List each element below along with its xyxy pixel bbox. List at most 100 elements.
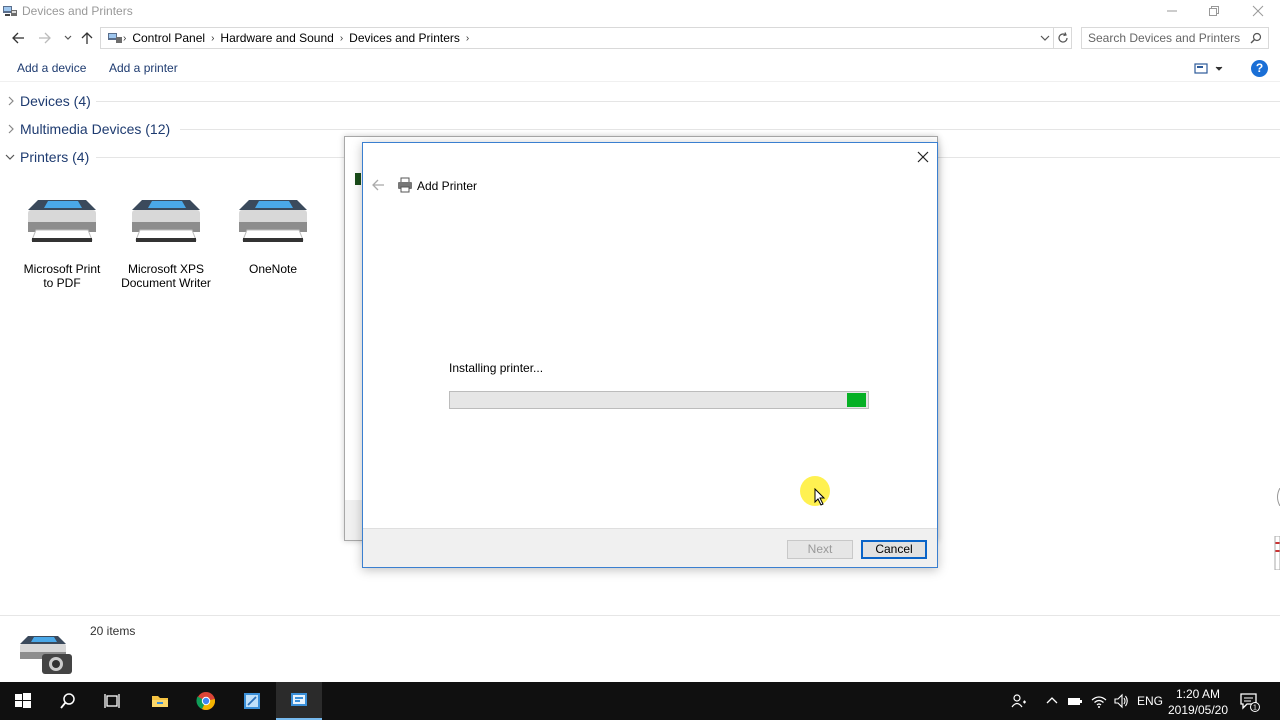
close-icon[interactable] xyxy=(915,149,931,165)
restore-button[interactable] xyxy=(1192,0,1236,22)
cancel-button[interactable]: Cancel xyxy=(861,540,927,559)
breadcrumb-control-panel[interactable]: Control Panel xyxy=(126,31,211,45)
battery-button[interactable] xyxy=(1065,692,1085,710)
back-button[interactable] xyxy=(10,29,26,47)
search-button[interactable] xyxy=(45,682,91,720)
devices-and-printers-icon xyxy=(291,693,307,706)
dialog-title: Add Printer xyxy=(417,179,478,193)
printer-icon xyxy=(132,200,200,242)
recent-locations-button[interactable] xyxy=(60,29,76,47)
taskbar-file-explorer[interactable] xyxy=(137,682,183,720)
add-printer-button[interactable]: Add a printer xyxy=(109,61,178,75)
printer-microsoft-xps-document-writer[interactable]: Microsoft XPS Document Writer xyxy=(121,192,211,290)
chevron-right-icon xyxy=(8,96,14,106)
taskbar-control-panel[interactable] xyxy=(229,682,275,720)
status-bar: 20 items xyxy=(0,615,1280,682)
clock-time: 1:20 AM xyxy=(1175,687,1221,701)
control-panel-icon xyxy=(108,33,122,43)
people-icon xyxy=(1011,694,1026,708)
printer-icon xyxy=(398,177,412,193)
window-edge-decoration xyxy=(1274,536,1280,570)
taskbar-devices-and-printers[interactable] xyxy=(276,682,322,720)
chevron-right-icon xyxy=(8,124,14,134)
printer-icon xyxy=(28,200,96,242)
printer-onenote[interactable]: OneNote xyxy=(228,192,318,276)
mouse-pointer-icon xyxy=(814,488,826,506)
printer-microsoft-print-to-pdf[interactable]: Microsoft Print to PDF xyxy=(17,192,107,290)
printer-icon xyxy=(239,200,307,242)
windows-logo-icon xyxy=(15,693,31,708)
taskbar: ENG 1:20 AM 2019/05/20 1 xyxy=(0,682,1280,720)
taskbar-chrome[interactable] xyxy=(183,682,229,720)
status-message: Installing printer... xyxy=(449,361,544,375)
chevron-down-icon xyxy=(64,35,72,40)
group-label-printers: Printers (4) xyxy=(20,149,90,165)
window-edge-decoration xyxy=(1277,488,1280,506)
arrow-left-icon xyxy=(12,32,24,44)
devices-and-printers-icon xyxy=(20,636,72,674)
device-label: Microsoft Print to PDF xyxy=(23,262,101,290)
change-view-icon[interactable] xyxy=(1193,62,1223,76)
clock[interactable]: 1:20 AM 2019/05/20 xyxy=(1162,686,1234,718)
install-progress-bar xyxy=(449,391,869,409)
battery-icon xyxy=(1068,698,1082,705)
start-button[interactable] xyxy=(0,682,46,720)
speaker-icon xyxy=(1114,693,1128,709)
title-bar: Devices and Printers xyxy=(0,0,1280,22)
search-input[interactable] xyxy=(1082,28,1248,48)
group-label-devices: Devices (4) xyxy=(20,93,91,109)
device-label: OneNote xyxy=(248,262,298,276)
item-count: 20 items xyxy=(90,624,136,638)
input-language[interactable]: ENG xyxy=(1137,694,1163,708)
refresh-icon xyxy=(1057,32,1068,43)
show-hidden-icons-button[interactable] xyxy=(1042,692,1062,710)
group-label-multimedia: Multimedia Devices (12) xyxy=(20,121,171,137)
close-icon xyxy=(1252,5,1264,17)
group-devices[interactable]: Devices (4) xyxy=(0,90,1280,112)
minimize-icon xyxy=(1167,10,1177,12)
address-row: › Control Panel › Hardware and Sound › D… xyxy=(0,25,1280,51)
group-divider xyxy=(96,101,1280,102)
people-button[interactable] xyxy=(1009,692,1029,710)
arrow-up-icon xyxy=(81,32,93,44)
arrow-right-icon xyxy=(39,32,51,44)
progress-fill xyxy=(847,393,866,407)
search-icon xyxy=(60,693,75,709)
address-bar[interactable]: › Control Panel › Hardware and Sound › D… xyxy=(100,27,1054,49)
breadcrumb-separator-icon[interactable]: › xyxy=(466,33,469,44)
chrome-icon xyxy=(196,692,216,710)
folder-icon xyxy=(152,696,168,707)
search-box[interactable] xyxy=(1081,27,1269,49)
command-bar: Add a device Add a printer ? xyxy=(0,54,1280,82)
up-button[interactable] xyxy=(79,29,95,47)
chevron-down-icon xyxy=(5,154,15,160)
network-button[interactable] xyxy=(1089,692,1109,710)
dialog-footer: Next Cancel xyxy=(363,528,937,567)
group-divider xyxy=(180,129,1280,130)
clock-date: 2019/05/20 xyxy=(1167,703,1229,717)
arrow-left-icon[interactable] xyxy=(371,179,385,191)
close-window-button[interactable] xyxy=(1236,0,1280,22)
restore-icon xyxy=(1209,6,1219,16)
volume-button[interactable] xyxy=(1111,692,1131,710)
next-button[interactable]: Next xyxy=(787,540,853,559)
breadcrumb-hardware-and-sound[interactable]: Hardware and Sound xyxy=(214,31,339,45)
chevron-up-icon xyxy=(1046,697,1058,704)
chevron-down-icon[interactable] xyxy=(1039,32,1051,44)
minimize-button[interactable] xyxy=(1150,0,1194,22)
breadcrumb-devices-and-printers[interactable]: Devices and Printers xyxy=(343,31,466,45)
notification-count: 1 xyxy=(1253,705,1257,712)
add-device-button[interactable]: Add a device xyxy=(17,61,86,75)
action-center-icon[interactable]: 1 xyxy=(1238,690,1260,712)
wifi-icon xyxy=(1091,696,1107,708)
task-view-button[interactable] xyxy=(90,682,136,720)
background-dialog-icon xyxy=(355,173,361,185)
devices-and-printers-icon xyxy=(3,6,17,16)
search-icon[interactable] xyxy=(1250,32,1262,44)
refresh-button[interactable] xyxy=(1054,27,1072,49)
forward-button[interactable] xyxy=(37,29,53,47)
device-label: Microsoft XPS Document Writer xyxy=(121,262,211,290)
window-title: Devices and Printers xyxy=(22,4,133,18)
help-button[interactable]: ? xyxy=(1251,60,1268,77)
control-panel-icon xyxy=(244,693,260,709)
